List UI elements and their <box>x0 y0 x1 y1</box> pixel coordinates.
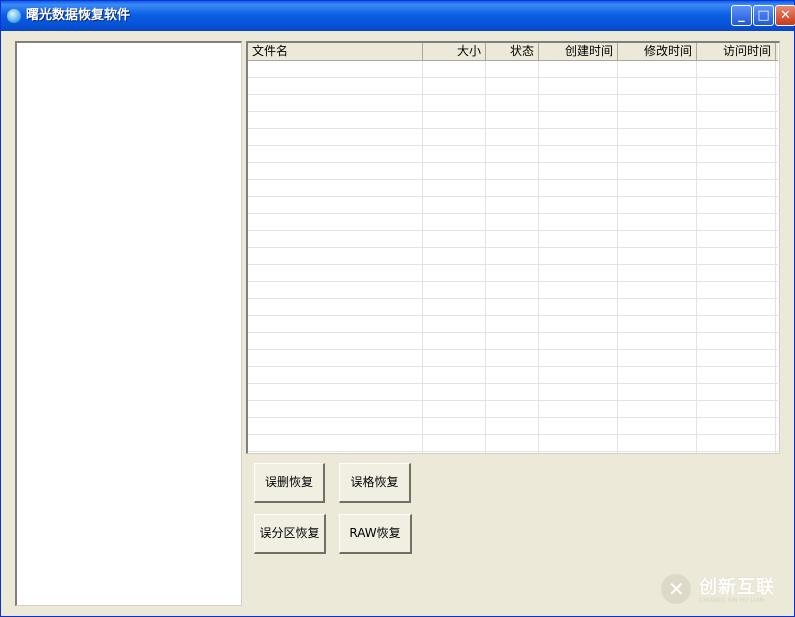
column-header-filename[interactable]: 文件名 <box>248 43 423 60</box>
watermark-subtext: CHUANG XIN HU LIAN <box>699 597 765 604</box>
app-icon <box>7 9 21 23</box>
minimize-icon: _ <box>738 8 745 23</box>
maximize-button[interactable]: □ <box>753 5 774 26</box>
watermark-brand: 创新互联 <box>699 577 775 598</box>
column-header-created[interactable]: 创建时间 <box>539 43 618 60</box>
raw-recovery-button[interactable]: RAW恢复 <box>339 514 412 554</box>
column-header-accessed[interactable]: 访问时间 <box>697 43 776 60</box>
watermark: ✕ 创新互联 CHUANG XIN HU LIAN <box>659 572 791 608</box>
deleted-recovery-button[interactable]: 误删恢复 <box>254 463 325 503</box>
window-title: 曙光数据恢复软件 <box>26 8 131 23</box>
column-header-modified[interactable]: 修改时间 <box>618 43 697 60</box>
watermark-logo-icon: ✕ <box>661 574 691 604</box>
close-button[interactable]: ✕ <box>775 5 795 26</box>
file-list-rows[interactable] <box>248 61 778 453</box>
format-recovery-button[interactable]: 误格恢复 <box>339 463 411 503</box>
minimize-button[interactable]: _ <box>731 5 752 26</box>
column-header-status[interactable]: 状态 <box>486 43 539 60</box>
partition-recovery-button[interactable]: 误分区恢复 <box>254 514 326 554</box>
title-bar[interactable]: 曙光数据恢复软件 _ □ ✕ <box>1 1 795 31</box>
directory-tree-panel[interactable] <box>15 41 242 606</box>
file-list-header: 文件名 大小 状态 创建时间 修改时间 访问时间 <box>248 43 778 61</box>
maximize-icon: □ <box>757 8 770 23</box>
column-header-size[interactable]: 大小 <box>423 43 486 60</box>
app-window: 曙光数据恢复软件 _ □ ✕ 文件名 大小 状态 创建时间 修改时间 访问时间 … <box>0 0 795 617</box>
file-list-view[interactable]: 文件名 大小 状态 创建时间 修改时间 访问时间 <box>246 41 780 454</box>
close-icon: ✕ <box>780 8 791 23</box>
